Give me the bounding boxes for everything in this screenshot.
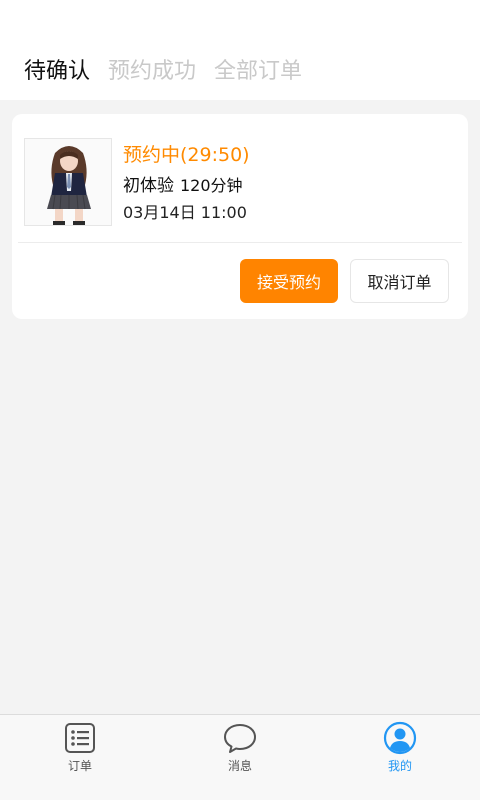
nav-orders-label: 订单 [67, 759, 92, 773]
nav-messages[interactable]: 消息 [200, 721, 280, 774]
tab-all-orders[interactable]: 全部订单 [214, 56, 302, 88]
tab-pending[interactable]: 待确认 [24, 56, 90, 88]
tab-success[interactable]: 预约成功 [108, 56, 196, 88]
order-card: 预约中(29:50) 初体验 120分钟 03月14日 11:00 接受预约 取消… [12, 114, 468, 319]
service-line: 初体验 120分钟 [123, 174, 250, 198]
header: 待确认 预约成功 全部订单 [0, 0, 480, 100]
nav-profile-label: 我的 [387, 759, 412, 773]
nav-orders[interactable]: 订单 [40, 721, 120, 774]
list-icon [65, 723, 95, 753]
divider [18, 242, 462, 243]
accept-appointment-button[interactable]: 接受预约 [240, 259, 338, 303]
service-duration: 120分钟 [180, 176, 243, 195]
order-status: 预约中(29:50) [123, 144, 250, 166]
order-tabs: 待确认 预约成功 全部订单 [24, 56, 302, 88]
chat-bubble-icon [224, 724, 256, 753]
order-thumbnail[interactable] [24, 138, 112, 226]
nav-messages-label: 消息 [227, 759, 252, 773]
user-icon [383, 721, 417, 755]
order-info: 预约中(29:50) 初体验 120分钟 03月14日 11:00 [123, 142, 250, 224]
bottom-navigation: 订单 消息 我的 [0, 714, 480, 800]
cancel-order-button[interactable]: 取消订单 [350, 259, 449, 303]
appointment-datetime: 03月14日 11:00 [123, 203, 247, 222]
service-name: 初体验 [123, 176, 174, 196]
nav-profile[interactable]: 我的 [360, 721, 440, 774]
person-photo-image [25, 139, 111, 225]
